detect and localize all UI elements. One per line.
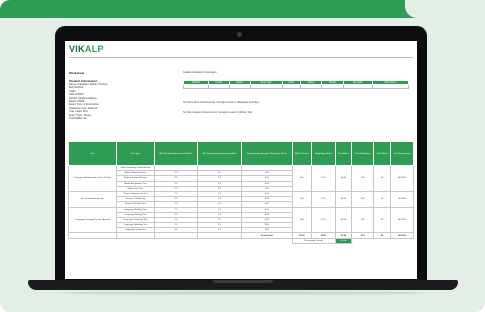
- header-divider: [69, 57, 413, 58]
- grades-cell: [249, 84, 283, 90]
- student-info: Student Information Name of Student: Roh…: [69, 79, 159, 120]
- laptop-shadow: [60, 291, 426, 295]
- grades-cell: [321, 84, 344, 90]
- worksheet-title: Worksheet: [69, 71, 85, 75]
- laptop-screen: VIKALP Worksheet Student Information Nam…: [65, 41, 417, 279]
- formative-note: SA (Formative Assessment) / Google Lesso…: [183, 101, 259, 105]
- marks-header-cell: Formative Assessment Weightage Marks: [241, 141, 293, 166]
- grades-row: [183, 84, 410, 90]
- weightage-cell: 12.5: [310, 206, 336, 234]
- grades-title: Grades obtained in the Exam: [183, 71, 217, 74]
- background-accent-cutout: [405, 0, 485, 18]
- final-row: Percentage Scored 100.00: [69, 237, 414, 244]
- percentage-cell: 100.00%: [390, 165, 414, 192]
- marks-header-cell: Total Marks: [334, 141, 353, 166]
- subject-cell: Conceptual Mathematics Term 1 Exam: [68, 165, 117, 192]
- final-value-cell: 100.00: [334, 237, 353, 244]
- grades-cell: [207, 84, 230, 90]
- marks-header-cell: Total Weightage: [351, 141, 375, 166]
- total-tm-cell: 65: [373, 232, 392, 239]
- final-empty-cell: [155, 238, 198, 243]
- total-tw-cell: 32.5: [351, 232, 375, 239]
- total-weightage-cell: 12.5: [351, 206, 375, 234]
- marks-scored-cell: 12.5: [291, 206, 312, 234]
- summative-note: SA (Summative Assessment) / Google Lesso…: [183, 111, 253, 115]
- marks-table: Sub Test Type SA / Formative Assessment Ma…: [68, 141, 414, 244]
- final-empty-cell: [197, 238, 241, 243]
- total-marks-cell: 20.00: [334, 190, 353, 208]
- total-weightage-cell: 10.0: [351, 190, 375, 208]
- final-empty-cell: [116, 238, 154, 243]
- student-info-line: Total Marks: 92: [69, 117, 87, 121]
- weightage-cell: 10.0: [310, 190, 336, 208]
- marks-header-cell: Total Marks: [373, 141, 392, 166]
- subject-cell: Language Learning Practice Activity: [68, 206, 117, 234]
- percentage-cell: 100.00%: [390, 206, 414, 234]
- marks-header-cell: Weightage Marks: [310, 141, 336, 166]
- grades-table: Subject Grade Marks Percentile Rank Status Res…: [183, 80, 410, 90]
- weightage-cell: 10.0: [310, 165, 336, 192]
- total-marks-cell: 20.00: [334, 165, 353, 192]
- grades-cell: [281, 84, 301, 90]
- final-label-cell: Percentage Scored: [291, 237, 336, 244]
- grades-cell: [299, 84, 323, 90]
- grades-cell: [228, 84, 251, 90]
- subject-cell: Science Reasoning Set: [68, 190, 117, 208]
- grades-cell: [342, 84, 373, 90]
- webcam-icon: [237, 32, 242, 37]
- marks-header-cell: SA / Summative Assessment Marks: [196, 141, 243, 166]
- student-info-lines: Name of Student: Rohan Sharma Roll Number…: [69, 83, 159, 120]
- marks-header-cell: Test Type: [115, 141, 156, 166]
- laptop-base: [28, 280, 458, 290]
- marks-scored-cell: 10.0: [291, 190, 312, 208]
- total-marks2-cell: 20: [373, 190, 392, 208]
- marks-header-cell: Total Percentage: [390, 141, 414, 166]
- grades-section: Grades obtained in the Exam Subject Grade…: [183, 71, 413, 114]
- total-weightage-cell: 10.0: [351, 165, 375, 192]
- total-marks-cell: 25.00: [334, 206, 353, 234]
- marks-header-cell: Sub: [68, 141, 117, 166]
- laptop-bezel: VIKALP Worksheet Student Information Nam…: [55, 26, 427, 282]
- laptop-hinge-notch: [213, 280, 273, 283]
- vikalp-logo: VIKALP: [69, 44, 104, 54]
- total-pct-cell: 100.00%: [390, 232, 414, 239]
- marks-header-cell: Marks Scored: [291, 141, 312, 166]
- final-empty-cell: [242, 238, 292, 243]
- grades-cell: [183, 84, 209, 90]
- grades-cell: [371, 84, 410, 90]
- final-empty-cell: [69, 238, 117, 243]
- marks-table-body: Conceptual Mathematics Term 1 Exam Maths …: [68, 164, 414, 244]
- marks-scored-cell: 10.0: [291, 165, 312, 192]
- total-marks2-cell: 25: [373, 206, 392, 234]
- marks-header-cell: SA / Formative Assessment Marks: [154, 141, 198, 166]
- total-marks2-cell: 20: [373, 165, 392, 192]
- percentage-cell: 100.00%: [390, 190, 414, 208]
- marks-header-row: Sub Test Type SA / Formative Assessment Ma…: [68, 141, 414, 166]
